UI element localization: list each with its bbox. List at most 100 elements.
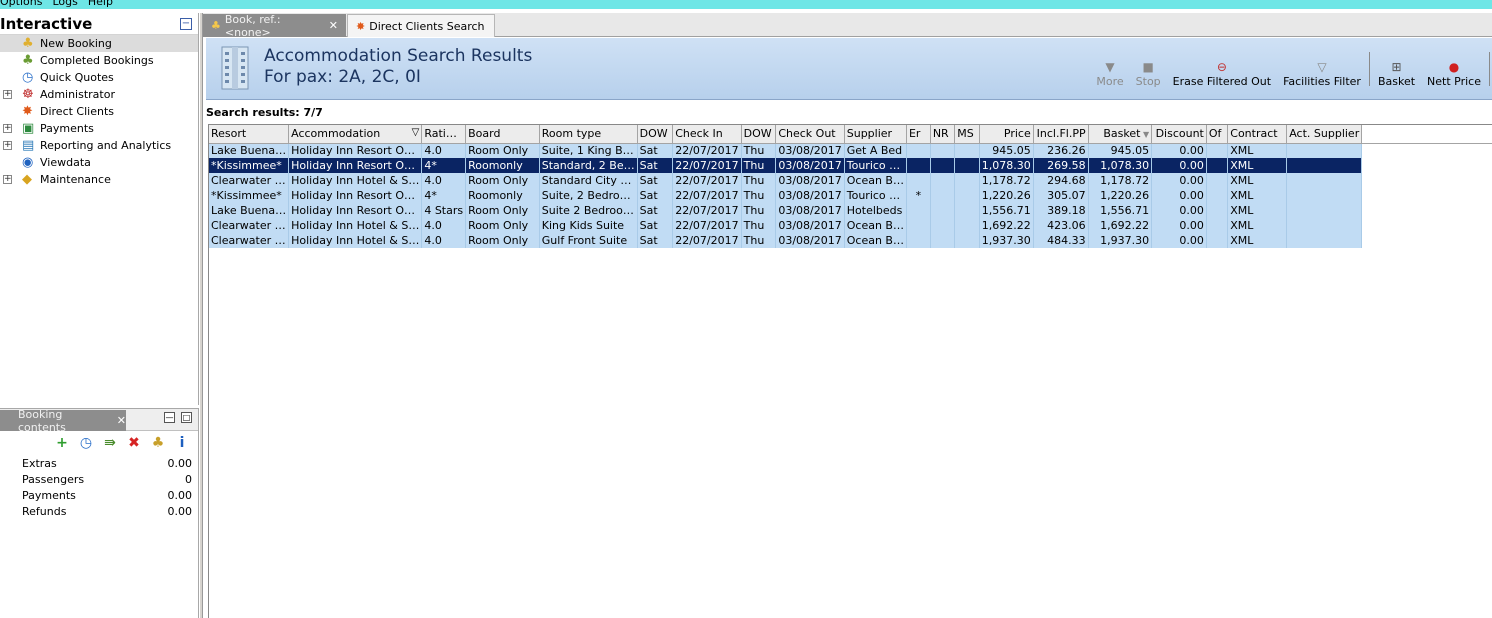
erase-filtered-out-button[interactable]: ⊖ Erase Filtered Out: [1167, 52, 1277, 88]
table-cell: Holiday Inn Resort O…: [288, 203, 423, 218]
row-filler: [1361, 188, 1492, 203]
delete-icon[interactable]: ✖: [126, 435, 142, 451]
column-header[interactable]: Check Out: [775, 125, 845, 144]
table-row[interactable]: *Kissimmee* Holiday Inn Resort O… 4* Roomon…: [209, 188, 1492, 203]
filter-icon[interactable]: ▽: [412, 127, 420, 138]
table-cell: 4*: [421, 158, 467, 173]
nav-item-7[interactable]: ◉ Viewdata: [0, 154, 198, 171]
maximize-button[interactable]: □: [181, 412, 192, 423]
table-cell: [1206, 203, 1229, 218]
table-cell: [1206, 143, 1229, 158]
table-cell: Sat: [637, 158, 674, 173]
nav-item-8[interactable]: + ◆ Maintenance: [0, 171, 198, 188]
table-cell: XML: [1227, 173, 1288, 188]
column-header-label: Check In: [675, 127, 723, 141]
column-header[interactable]: Supplier: [844, 125, 907, 144]
column-header[interactable]: Room type: [539, 125, 638, 144]
nav-item-5[interactable]: + ▣ Payments: [0, 120, 198, 137]
sort-icon: ▼: [1140, 130, 1150, 140]
column-header-filler: [1361, 125, 1492, 144]
expand-icon[interactable]: +: [3, 90, 12, 99]
table-cell: 22/07/2017: [672, 173, 742, 188]
menu-logs[interactable]: Logs: [52, 0, 77, 9]
table-cell: [1286, 203, 1363, 218]
column-header[interactable]: Check In: [672, 125, 742, 144]
booking-toolbar: + ◷ ⇛ ✖ ♣ i: [0, 431, 198, 455]
table-cell: Hotelbeds: [844, 203, 907, 218]
column-header[interactable]: Price: [979, 125, 1034, 144]
table-cell: Sat: [637, 188, 674, 203]
column-header[interactable]: Basket ▼: [1088, 125, 1153, 144]
column-header[interactable]: Discount: [1151, 125, 1207, 144]
expand-icon[interactable]: +: [3, 175, 12, 184]
panel-splitter[interactable]: [199, 13, 203, 618]
table-cell: [954, 218, 980, 233]
basket-arrow-icon[interactable]: ⇛: [102, 435, 118, 451]
table-cell: [1286, 188, 1363, 203]
table-cell: 945.05: [1088, 143, 1153, 158]
column-header[interactable]: Act. Supplier: [1286, 125, 1363, 144]
booking-summary-label: Payments: [22, 488, 76, 502]
menu-options[interactable]: Options: [0, 0, 42, 9]
table-row[interactable]: Lake Buena… Holiday Inn Resort O… 4.0 Room …: [209, 143, 1492, 158]
close-icon[interactable]: ✕: [117, 414, 126, 427]
info-icon[interactable]: i: [174, 435, 190, 451]
stop-button[interactable]: ■ Stop: [1130, 52, 1167, 88]
table-cell: 0.00: [1151, 143, 1207, 158]
table-cell: Holiday Inn Resort O…: [288, 188, 423, 203]
minimize-button[interactable]: —: [164, 412, 175, 423]
column-header[interactable]: DOW: [637, 125, 674, 144]
booking-summary-row: Refunds 0.00: [0, 503, 198, 519]
basket-button[interactable]: ⊞ Basket: [1372, 52, 1421, 88]
expand-icon[interactable]: +: [3, 141, 12, 150]
column-header[interactable]: Incl.Fl.PP: [1033, 125, 1089, 144]
table-row[interactable]: *Kissimmee* Holiday Inn Resort O… 4* Roomon…: [209, 158, 1492, 173]
nav-item-1[interactable]: ♣ Completed Bookings: [0, 52, 198, 69]
column-header[interactable]: Contract: [1227, 125, 1288, 144]
column-header[interactable]: DOW: [741, 125, 777, 144]
nav-item-6[interactable]: + ▤ Reporting and Analytics: [0, 137, 198, 154]
column-header[interactable]: Of: [1206, 125, 1229, 144]
expand-icon[interactable]: +: [3, 124, 12, 133]
column-header[interactable]: MS: [954, 125, 980, 144]
table-row[interactable]: Clearwater … Holiday Inn Hotel & S… 4.0 Roo…: [209, 173, 1492, 188]
nav-item-2[interactable]: ◷ Quick Quotes: [0, 69, 198, 86]
column-header[interactable]: Accommodation ▽: [288, 125, 423, 144]
facilities-filter-button[interactable]: ▽ Facilities Filter: [1277, 52, 1367, 88]
add-icon[interactable]: +: [54, 435, 70, 451]
table-cell: [1286, 173, 1363, 188]
column-header[interactable]: Resort: [209, 125, 290, 144]
table-cell: 305.07: [1033, 188, 1089, 203]
menu-help[interactable]: Help: [88, 0, 113, 9]
table-cell: Holiday Inn Hotel & S…: [288, 233, 423, 248]
close-icon[interactable]: ✕: [329, 19, 338, 32]
nett-price-button[interactable]: ● Nett Price: [1421, 52, 1487, 88]
table-cell: 03/08/2017: [775, 218, 845, 233]
column-header[interactable]: Board: [465, 125, 540, 144]
nav-item-3[interactable]: + ☸ Administrator: [0, 86, 198, 103]
booking-summary: Extras 0.00 Passengers 0 Payments 0.00 Refunds…: [0, 455, 198, 519]
table-cell: 22/07/2017: [672, 203, 742, 218]
table-row[interactable]: Clearwater … Holiday Inn Hotel & S… 4.0 Roo…: [209, 218, 1492, 233]
tab-booking[interactable]: ♣ Book, ref.: <none> ✕: [203, 13, 346, 39]
more-button[interactable]: ▼ More: [1090, 52, 1129, 88]
tab-direct-clients-search[interactable]: ✸ Direct Clients Search: [347, 14, 495, 37]
booking-summary-label: Extras: [22, 456, 57, 470]
column-header[interactable]: NR: [930, 125, 956, 144]
collapse-button[interactable]: −: [180, 17, 192, 30]
facilities-label: Facilities Filter: [1283, 75, 1361, 88]
column-header[interactable]: Rati…: [421, 125, 467, 144]
table-cell: [954, 173, 980, 188]
table-row[interactable]: Lake Buena… Holiday Inn Resort O… 4 Stars R…: [209, 203, 1492, 218]
column-header[interactable]: Er: [906, 125, 931, 144]
table-cell: Ocean B…: [844, 218, 907, 233]
clock-icon[interactable]: ◷: [78, 435, 94, 451]
nett-price-label: Nett Price: [1427, 75, 1481, 88]
table-row[interactable]: Clearwater … Holiday Inn Hotel & S… 4.0 Roo…: [209, 233, 1492, 248]
table-cell: XML: [1227, 218, 1288, 233]
nav-item-0[interactable]: ♣ New Booking: [0, 35, 198, 52]
nav-item-4[interactable]: ✸ Direct Clients: [0, 103, 198, 120]
booking-contents-tab[interactable]: Booking contents ✕: [0, 408, 126, 434]
column-header-label: Act. Supplier: [1289, 127, 1360, 141]
palm-icon[interactable]: ♣: [150, 435, 166, 451]
